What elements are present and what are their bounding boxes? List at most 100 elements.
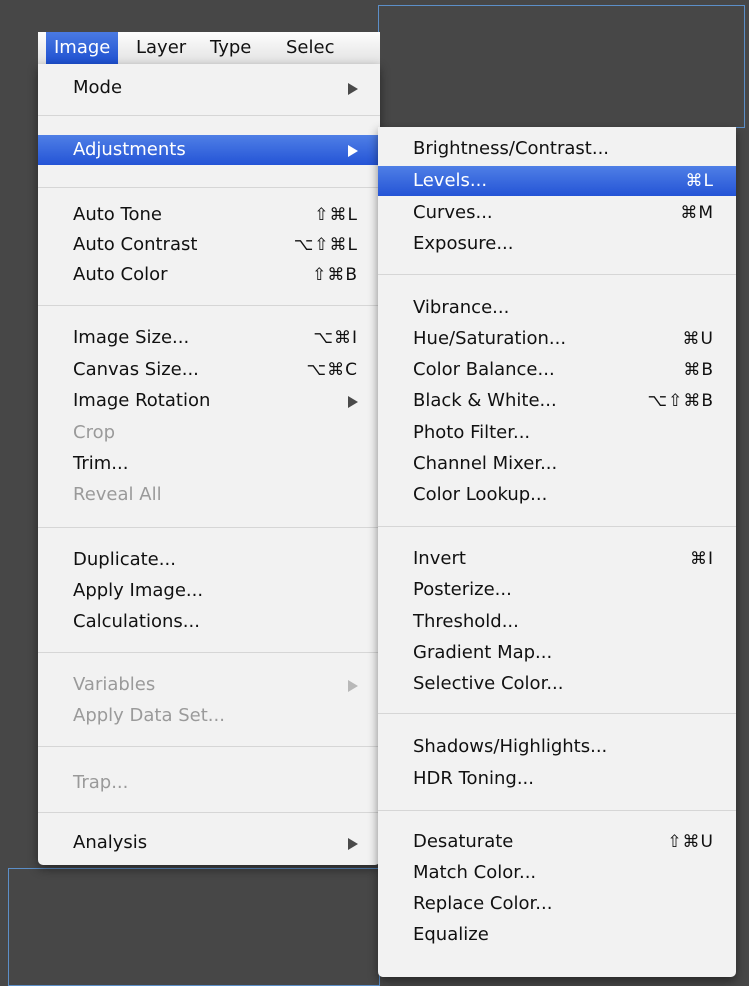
- submenu-arrow-icon: [348, 396, 358, 408]
- menu-item-label: Gradient Map...: [413, 642, 553, 663]
- submenu-item-threshold[interactable]: Threshold...: [378, 607, 736, 637]
- menu-item-auto-contrast[interactable]: Auto Contrast ⌥⇧⌘L: [38, 230, 380, 260]
- submenu-item-shadows-highlights[interactable]: Shadows/Highlights...: [378, 732, 736, 762]
- menu-item-label: Selective Color...: [413, 673, 564, 694]
- menu-item-shortcut: ⌘M: [680, 203, 714, 223]
- menu-item-label: Equalize: [413, 924, 489, 945]
- menu-item-label: Shadows/Highlights...: [413, 736, 608, 757]
- menubar-image[interactable]: Image: [46, 32, 119, 64]
- menu-item-label: Color Balance...: [413, 359, 555, 380]
- menu-item-shortcut: ⇧⌘U: [667, 832, 714, 852]
- menu-item-label: Vibrance...: [413, 297, 510, 318]
- menu-item-label: Desaturate: [413, 831, 514, 852]
- submenu-item-photo-filter[interactable]: Photo Filter...: [378, 418, 736, 448]
- menu-item-crop: Crop: [38, 418, 380, 448]
- menu-separator: [378, 810, 736, 811]
- submenu-item-color-lookup[interactable]: Color Lookup...: [378, 480, 736, 510]
- menu-item-label: Trim...: [73, 453, 129, 474]
- menu-item-reveal-all: Reveal All: [38, 480, 380, 510]
- submenu-item-brightness-contrast[interactable]: Brightness/Contrast...: [378, 134, 736, 164]
- menu-item-label: Trap...: [73, 772, 129, 793]
- menu-item-apply-data-set: Apply Data Set...: [38, 701, 380, 731]
- menu-item-label: Mode: [73, 77, 123, 98]
- submenu-item-black-white[interactable]: Black & White... ⌥⇧⌘B: [378, 386, 736, 416]
- canvas-panel-outline-bottom: [8, 868, 380, 986]
- submenu-item-replace-color[interactable]: Replace Color...: [378, 889, 736, 919]
- menubar-layer[interactable]: Layer: [128, 32, 194, 64]
- submenu-item-match-color[interactable]: Match Color...: [378, 858, 736, 888]
- menu-separator: [38, 305, 380, 306]
- menu-item-shortcut: ⇧⌘L: [314, 205, 358, 225]
- menu-separator: [38, 652, 380, 653]
- menu-bar: Image Layer Type Selec: [38, 32, 380, 65]
- menu-item-label: Auto Color: [73, 264, 168, 285]
- menu-item-shortcut: ⌘B: [683, 360, 714, 380]
- menu-item-label: Image Size...: [73, 327, 190, 348]
- submenu-item-levels[interactable]: Levels... ⌘L: [378, 166, 736, 196]
- submenu-item-curves[interactable]: Curves... ⌘M: [378, 198, 736, 228]
- menu-item-label: Posterize...: [413, 579, 512, 600]
- submenu-arrow-icon: [348, 680, 358, 692]
- menu-item-auto-color[interactable]: Auto Color ⇧⌘B: [38, 260, 380, 290]
- menu-item-label: Analysis: [73, 832, 148, 853]
- menu-item-shortcut: ⌥⌘I: [313, 328, 358, 348]
- menu-separator: [38, 746, 380, 747]
- submenu-item-invert[interactable]: Invert ⌘I: [378, 544, 736, 574]
- canvas-panel-outline-top: [378, 5, 745, 128]
- menu-item-image-rotation[interactable]: Image Rotation: [38, 386, 380, 416]
- menu-item-label: Levels...: [413, 170, 488, 191]
- menu-item-shortcut: ⇧⌘B: [312, 265, 358, 285]
- submenu-item-vibrance[interactable]: Vibrance...: [378, 293, 736, 323]
- image-menu: Mode Adjustments Auto Tone ⇧⌘L Auto Cont…: [38, 64, 380, 865]
- menu-item-adjustments[interactable]: Adjustments: [38, 135, 380, 165]
- menu-item-label: HDR Toning...: [413, 768, 534, 789]
- menu-item-label: Adjustments: [73, 139, 186, 160]
- menu-item-canvas-size[interactable]: Canvas Size... ⌥⌘C: [38, 355, 380, 385]
- submenu-item-selective-color[interactable]: Selective Color...: [378, 669, 736, 699]
- menu-item-label: Canvas Size...: [73, 359, 199, 380]
- menu-item-shortcut: ⌥⇧⌘B: [647, 391, 714, 411]
- menu-separator: [38, 115, 380, 116]
- menubar-select[interactable]: Selec: [278, 32, 342, 64]
- menu-item-label: Photo Filter...: [413, 422, 531, 443]
- menu-item-auto-tone[interactable]: Auto Tone ⇧⌘L: [38, 200, 380, 230]
- menu-item-label: Calculations...: [73, 611, 200, 632]
- submenu-item-exposure[interactable]: Exposure...: [378, 229, 736, 259]
- submenu-item-posterize[interactable]: Posterize...: [378, 575, 736, 605]
- menu-item-label: Threshold...: [413, 611, 519, 632]
- menu-item-label: Variables: [73, 674, 156, 695]
- menu-item-trim[interactable]: Trim...: [38, 449, 380, 479]
- submenu-arrow-icon: [348, 83, 358, 95]
- submenu-item-hue-saturation[interactable]: Hue/Saturation... ⌘U: [378, 324, 736, 354]
- menu-item-label: Curves...: [413, 202, 493, 223]
- menu-item-image-size[interactable]: Image Size... ⌥⌘I: [38, 323, 380, 353]
- menu-item-label: Apply Image...: [73, 580, 204, 601]
- menu-item-label: Auto Contrast: [73, 234, 198, 255]
- submenu-item-color-balance[interactable]: Color Balance... ⌘B: [378, 355, 736, 385]
- menu-item-mode[interactable]: Mode: [38, 73, 380, 103]
- menu-item-calculations[interactable]: Calculations...: [38, 607, 380, 637]
- menu-item-label: Match Color...: [413, 862, 537, 883]
- menu-item-label: Invert: [413, 548, 466, 569]
- menu-item-label: Reveal All: [73, 484, 162, 505]
- menu-separator: [378, 713, 736, 714]
- menu-separator: [378, 526, 736, 527]
- menu-separator: [378, 274, 736, 275]
- submenu-item-hdr-toning[interactable]: HDR Toning...: [378, 764, 736, 794]
- menu-item-label: Duplicate...: [73, 549, 176, 570]
- menu-item-label: Crop: [73, 422, 116, 443]
- menu-item-apply-image[interactable]: Apply Image...: [38, 576, 380, 606]
- submenu-item-gradient-map[interactable]: Gradient Map...: [378, 638, 736, 668]
- adjustments-submenu: Brightness/Contrast... Levels... ⌘L Curv…: [378, 127, 736, 977]
- menu-item-shortcut: ⌘I: [689, 549, 714, 569]
- submenu-item-channel-mixer[interactable]: Channel Mixer...: [378, 449, 736, 479]
- menu-item-duplicate[interactable]: Duplicate...: [38, 545, 380, 575]
- menu-item-shortcut: ⌘U: [682, 329, 714, 349]
- menu-item-shortcut: ⌥⌘C: [306, 360, 358, 380]
- menubar-type[interactable]: Type: [202, 32, 259, 64]
- menu-item-analysis[interactable]: Analysis: [38, 828, 380, 858]
- submenu-item-desaturate[interactable]: Desaturate ⇧⌘U: [378, 827, 736, 857]
- submenu-item-equalize[interactable]: Equalize: [378, 920, 736, 950]
- menu-item-label: Brightness/Contrast...: [413, 138, 610, 159]
- menu-item-variables: Variables: [38, 670, 380, 700]
